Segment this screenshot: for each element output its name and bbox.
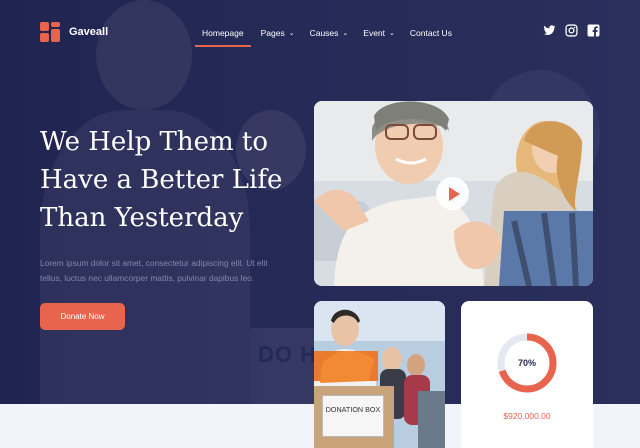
donation-amount: $920.000.00: [503, 411, 551, 421]
nav-label: Contact Us: [409, 28, 452, 38]
headline-line: Have a Better Life: [40, 165, 283, 195]
twitter-icon[interactable]: [543, 24, 556, 37]
nav-pages[interactable]: Pages ⌄: [254, 22, 302, 46]
background-person-head: [96, 0, 192, 110]
background-box-text: DO H: [258, 342, 317, 367]
social-links: [543, 24, 600, 37]
logo[interactable]: Gaveall: [40, 22, 108, 42]
nav-causes[interactable]: Causes ⌄: [303, 22, 356, 46]
logo-icon: [40, 22, 60, 42]
hero-description: Lorem ipsum dolor sit amet, consectetur …: [40, 258, 268, 283]
chevron-down-icon: ⌄: [342, 29, 349, 37]
chevron-down-icon: ⌄: [389, 29, 395, 37]
donation-box-label: DONATION BOX: [322, 395, 384, 437]
nav-label: Pages: [260, 28, 285, 38]
headline-line: We Help Them to: [40, 127, 269, 157]
brand-name: Gaveall: [69, 26, 109, 38]
donate-now-button[interactable]: Donate Now: [40, 303, 125, 330]
nav-homepage[interactable]: Homepage: [195, 22, 251, 47]
headline-line: Than Yesterday: [40, 203, 244, 233]
nav-contact-us[interactable]: Contact Us: [403, 22, 459, 46]
chevron-down-icon: ⌄: [288, 29, 295, 37]
background-donation-box: DO H: [250, 328, 320, 404]
main-nav: Homepage Pages ⌄ Causes ⌄ Event ⌄ Contact U…: [195, 22, 459, 47]
hero-headline: We Help Them to Have a Better Life Than …: [40, 123, 310, 237]
progress-percent: 70%: [517, 358, 536, 368]
nav-label: Event: [363, 28, 386, 38]
play-button[interactable]: [436, 177, 469, 210]
progress-card: 70% $920.000.00: [461, 301, 593, 448]
facebook-icon[interactable]: [587, 24, 600, 37]
play-icon: [448, 186, 460, 201]
nav-label: Causes: [309, 28, 339, 38]
instagram-icon[interactable]: [565, 24, 578, 37]
nav-event[interactable]: Event ⌄: [356, 22, 402, 46]
nav-label: Homepage: [202, 28, 244, 38]
